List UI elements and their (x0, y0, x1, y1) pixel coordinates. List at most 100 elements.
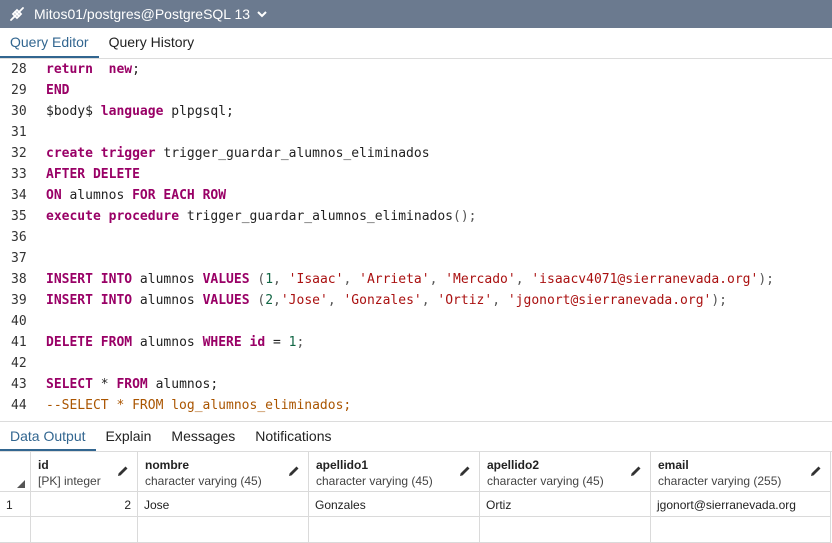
code-line[interactable]: 31 (0, 122, 832, 143)
code-token: VALUES (202, 293, 250, 308)
code-line[interactable]: 29 END (0, 80, 832, 101)
code-token: 'Arrieta' (359, 272, 430, 287)
edit-pencil-icon[interactable] (810, 465, 822, 477)
code-token: END (46, 83, 70, 98)
column-header-email[interactable]: email character varying (255) (651, 452, 831, 492)
sql-editor[interactable]: 28 return new; 29 END 30 $body$ language plp… (0, 59, 832, 421)
tab-notifications[interactable]: Notifications (245, 422, 341, 451)
code-line[interactable]: 33 AFTER DELETE (0, 164, 832, 185)
code-token: FROM (116, 377, 148, 392)
table-cell[interactable]: 2 (31, 492, 138, 517)
edit-pencil-icon[interactable] (459, 465, 471, 477)
edit-pencil-icon[interactable] (630, 465, 642, 477)
edit-pencil-icon[interactable] (288, 465, 300, 477)
connection-title[interactable]: Mitos01/postgres@PostgreSQL 13 (34, 6, 250, 22)
column-name: apellido1 (316, 458, 369, 472)
code-line[interactable]: 37 (0, 248, 832, 269)
code-token: , (327, 293, 344, 308)
code-line[interactable]: 43 SELECT * FROM alumnos; (0, 374, 832, 395)
code-token: 'isaacv4071@sierranevada.org' (531, 272, 759, 287)
line-number: 28 (11, 62, 27, 77)
line-number: 43 (11, 377, 27, 392)
column-name: apellido2 (487, 458, 540, 472)
code-line[interactable]: 36 (0, 227, 832, 248)
data-output-grid: id [PK] integer nombre character varying… (0, 452, 832, 543)
column-name: nombre (145, 458, 190, 472)
code-token: INTO (100, 293, 133, 308)
tab-messages[interactable]: Messages (161, 422, 245, 451)
code-token: 'Isaac' (288, 272, 344, 287)
code-token: * (92, 377, 117, 392)
code-line[interactable]: 42 (0, 353, 832, 374)
code-line[interactable]: 44 --SELECT * FROM log_alumnos_eliminados… (0, 395, 832, 416)
tab-explain[interactable]: Explain (96, 422, 162, 451)
code-token: FOR (132, 188, 156, 203)
code-token: ; (296, 335, 305, 350)
column-header-nombre[interactable]: nombre character varying (45) (138, 452, 309, 492)
grid-corner[interactable] (0, 452, 31, 492)
code-line[interactable]: 34 ON alumnos FOR EACH ROW (0, 185, 832, 206)
chevron-down-icon[interactable] (256, 8, 268, 20)
code-token: 'Ortiz' (437, 293, 493, 308)
code-line[interactable]: 32 create trigger trigger_guardar_alumnos… (0, 143, 832, 164)
code-text: END (46, 80, 69, 101)
line-number: 44 (11, 398, 27, 413)
select-all-icon (17, 480, 25, 488)
code-text: DELETE FROM alumnos WHERE id = 1; (46, 332, 304, 353)
code-line[interactable]: 39 INSERT INTO alumnos VALUES (2,'Jose', … (0, 290, 832, 311)
code-line[interactable]: 30 $body$ language plpgsql; (0, 101, 832, 122)
code-token: INSERT (46, 293, 93, 308)
code-line[interactable]: 35 execute procedure trigger_guardar_alum… (0, 206, 832, 227)
code-text: create trigger trigger_guardar_alumnos_e… (46, 143, 430, 164)
line-number: 29 (11, 83, 27, 98)
code-text: AFTER DELETE (46, 164, 140, 185)
line-number: 31 (11, 125, 27, 140)
code-token: 'jgonort@sierranevada.org' (507, 293, 712, 308)
code-line[interactable]: 41 DELETE FROM alumnos WHERE id = 1; (0, 332, 832, 353)
code-token: , (273, 272, 289, 287)
column-name: email (658, 458, 689, 472)
table-cell[interactable]: Gonzales (309, 492, 480, 517)
code-line[interactable]: 40 (0, 311, 832, 332)
column-header-id[interactable]: id [PK] integer (31, 452, 138, 492)
code-token: DELETE (46, 335, 93, 350)
code-token: alumnos (61, 188, 133, 203)
empty-row-cell (651, 517, 831, 543)
line-number: 37 (11, 251, 27, 266)
code-text: INSERT INTO alumnos VALUES (2,'Jose', 'G… (46, 290, 727, 311)
edit-pencil-icon[interactable] (117, 465, 129, 477)
tab-data-output[interactable]: Data Output (0, 422, 96, 451)
code-line[interactable]: 38 INSERT INTO alumnos VALUES (1, 'Isaac'… (0, 269, 832, 290)
code-token: , (343, 272, 360, 287)
code-token: $body$ (46, 104, 101, 119)
row-number[interactable]: 1 (0, 492, 31, 517)
code-token: execute (46, 209, 101, 224)
code-token: , (515, 272, 532, 287)
column-type: character varying (255) (658, 474, 782, 488)
column-header-apellido1[interactable]: apellido1 character varying (45) (309, 452, 480, 492)
code-token: EACH (163, 188, 195, 203)
code-token: trigger_guardar_alumnos_eliminados (179, 209, 454, 224)
tab-query-history[interactable]: Query History (99, 28, 205, 58)
column-type: [PK] integer (38, 474, 101, 488)
tab-query-editor[interactable]: Query Editor (0, 28, 99, 58)
code-text: SELECT * FROM alumnos; (46, 374, 218, 395)
code-token: alumnos (132, 293, 203, 308)
column-header-apellido2[interactable]: apellido2 character varying (45) (480, 452, 651, 492)
table-cell[interactable]: Jose (138, 492, 309, 517)
line-number: 32 (11, 146, 27, 161)
code-token: FROM (100, 335, 133, 350)
code-line[interactable]: 28 return new; (0, 59, 832, 80)
window-titlebar: Mitos01/postgres@PostgreSQL 13 (0, 0, 832, 28)
code-token: ; (132, 62, 148, 77)
code-token: SELECT (46, 377, 93, 392)
table-cell[interactable]: Ortiz (480, 492, 651, 517)
empty-row-cell (0, 517, 31, 543)
table-cell[interactable]: jgonort@sierranevada.org (651, 492, 831, 517)
code-token: , (421, 293, 438, 308)
code-token: language (100, 104, 164, 119)
